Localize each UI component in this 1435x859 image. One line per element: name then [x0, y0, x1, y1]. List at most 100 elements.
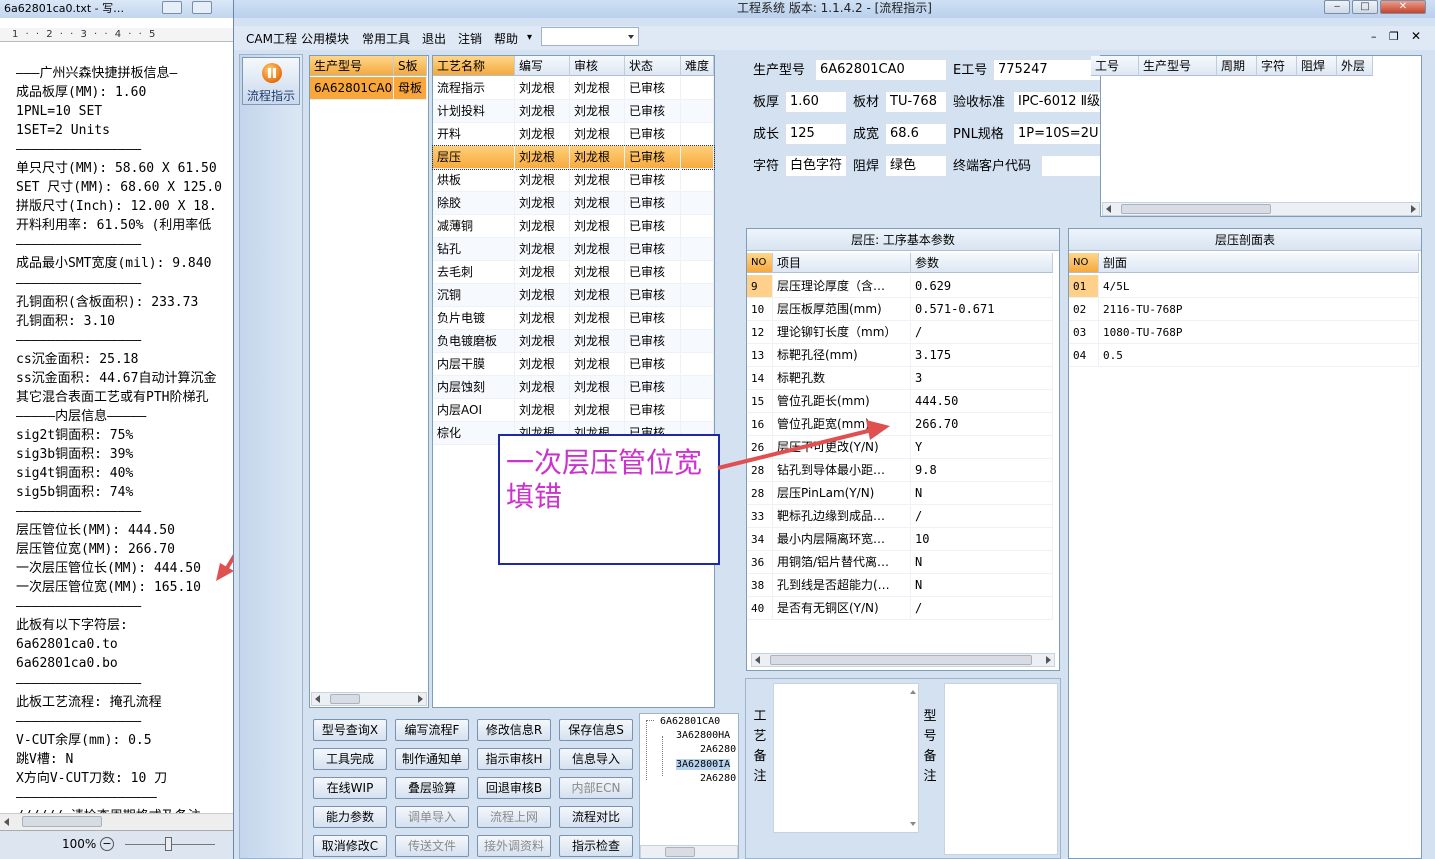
- menu-tools[interactable]: 常用工具: [362, 30, 410, 47]
- stackup-header[interactable]: 剖面: [1099, 253, 1419, 273]
- process-grid-header[interactable]: 难度: [681, 56, 714, 76]
- scroll-thumb[interactable]: [22, 816, 102, 827]
- process-notes-textarea[interactable]: [773, 683, 919, 833]
- model-grid-cell[interactable]: 6A62801CA0: [310, 77, 394, 100]
- process-row[interactable]: 减薄铜 刘龙根 刘龙根 已审核: [433, 215, 714, 238]
- customer-code-field[interactable]: [1041, 155, 1101, 177]
- action-button[interactable]: 流程对比: [559, 806, 633, 828]
- notepad-horizontal-scrollbar[interactable]: [0, 813, 240, 830]
- mdi-restore-icon[interactable]: ❐: [1389, 30, 1399, 43]
- model-grid-scrollbar[interactable]: [311, 692, 427, 706]
- action-button[interactable]: 接外调资料: [477, 835, 551, 857]
- scroll-left-icon[interactable]: [4, 818, 9, 826]
- mask-color-field[interactable]: 绿色: [885, 155, 947, 177]
- nav-flow-indicator[interactable]: 流程指示: [242, 57, 300, 105]
- params-scrollbar[interactable]: [751, 653, 1055, 667]
- scroll-left-icon[interactable]: [755, 656, 760, 664]
- tree-node[interactable]: 2A6280: [700, 744, 736, 755]
- zoom-out-icon[interactable]: −: [100, 837, 114, 851]
- model-notes-textarea[interactable]: [944, 683, 1058, 855]
- maximize-button[interactable]: □: [1352, 0, 1378, 14]
- menu-common-module[interactable]: 公用模块: [301, 30, 349, 47]
- menu-combo[interactable]: [541, 27, 639, 46]
- process-row[interactable]: 内层AOI 刘龙根 刘龙根 已审核: [433, 399, 714, 422]
- char-color-field[interactable]: 白色字符: [785, 155, 847, 177]
- process-row[interactable]: 去毛刺 刘龙根 刘龙根 已审核: [433, 261, 714, 284]
- action-button[interactable]: 流程上网: [477, 806, 551, 828]
- tree-node[interactable]: 3A62800HA: [676, 730, 730, 741]
- params-header[interactable]: 参数: [911, 253, 1053, 273]
- accept-standard-field[interactable]: IPC-6012 Ⅱ级: [1013, 91, 1101, 113]
- tree-scrollbar[interactable]: [640, 845, 738, 858]
- action-button[interactable]: 型号查询X: [313, 719, 387, 741]
- action-button[interactable]: 制作通知单: [395, 748, 469, 770]
- thickness-field[interactable]: 1.60: [785, 91, 847, 113]
- process-row[interactable]: 沉铜 刘龙根 刘龙根 已审核: [433, 284, 714, 307]
- scroll-up-icon[interactable]: [910, 690, 916, 694]
- menu-exit[interactable]: 退出: [422, 30, 446, 47]
- model-grid-cell[interactable]: 母板: [394, 77, 427, 100]
- action-button[interactable]: 保存信息S: [559, 719, 633, 741]
- process-row[interactable]: 烘板 刘龙根 刘龙根 已审核: [433, 169, 714, 192]
- action-button[interactable]: 指示检查: [559, 835, 633, 857]
- notepad-maximize-button[interactable]: [192, 1, 212, 14]
- action-button[interactable]: 回退审核B: [477, 777, 551, 799]
- notepad-minimize-button[interactable]: [162, 1, 182, 14]
- scroll-left-icon[interactable]: [1106, 205, 1111, 213]
- minimize-button[interactable]: ‒: [1324, 0, 1350, 14]
- right-grid-header[interactable]: 周期: [1217, 56, 1257, 76]
- process-grid-header[interactable]: 状态: [625, 56, 681, 76]
- action-button[interactable]: 在线WIP: [313, 777, 387, 799]
- close-button[interactable]: ✕: [1380, 0, 1426, 14]
- process-row[interactable]: 计划投料 刘龙根 刘龙根 已审核: [433, 100, 714, 123]
- notepad-text-area[interactable]: ———广州兴森快捷拼板信息— 成品板厚(MM): 1.60 1PNL=10 SET 1…: [16, 64, 240, 822]
- process-row[interactable]: 负片电镀 刘龙根 刘龙根 已审核: [433, 307, 714, 330]
- menu-logout[interactable]: 注销: [458, 30, 482, 47]
- process-grid-header[interactable]: 审核: [570, 56, 625, 76]
- pnl-spec-field[interactable]: 1P=10S=2U: [1013, 123, 1101, 145]
- action-button[interactable]: 传送文件: [395, 835, 469, 857]
- tree-node[interactable]: 3A62800IA: [676, 759, 731, 770]
- mdi-minimize-icon[interactable]: –: [1371, 30, 1377, 43]
- right-grid-scrollbar[interactable]: [1102, 202, 1420, 216]
- scroll-right-icon[interactable]: [1411, 205, 1416, 213]
- width-field[interactable]: 68.6: [885, 123, 947, 145]
- model-grid-header[interactable]: S板: [394, 56, 427, 76]
- zoom-slider-handle[interactable]: [165, 837, 172, 851]
- menu-help[interactable]: 帮助: [494, 30, 518, 47]
- help-dropdown-icon[interactable]: ▾: [527, 32, 532, 43]
- menu-cam[interactable]: CAM工程: [246, 30, 297, 47]
- tree-node[interactable]: 2A6280: [700, 773, 736, 784]
- tree-node[interactable]: 6A62801CA0: [660, 716, 720, 727]
- scroll-right-icon[interactable]: [418, 695, 423, 703]
- process-row[interactable]: 开料 刘龙根 刘龙根 已审核: [433, 123, 714, 146]
- action-button[interactable]: 指示审核H: [477, 748, 551, 770]
- process-grid-header[interactable]: 工艺名称: [433, 56, 515, 76]
- action-button[interactable]: 内部ECN: [559, 777, 633, 799]
- right-grid-header[interactable]: 生产型号: [1139, 56, 1217, 76]
- process-row[interactable]: 内层干膜 刘龙根 刘龙根 已审核: [433, 353, 714, 376]
- action-button[interactable]: 编写流程F: [395, 719, 469, 741]
- action-button[interactable]: 能力参数: [313, 806, 387, 828]
- process-grid-header[interactable]: 编写: [515, 56, 570, 76]
- right-grid-header[interactable]: 外层: [1337, 56, 1373, 76]
- process-row[interactable]: 钻孔 刘龙根 刘龙根 已审核: [433, 238, 714, 261]
- material-field[interactable]: TU-768: [885, 91, 947, 113]
- process-row[interactable]: 内层蚀刻 刘龙根 刘龙根 已审核: [433, 376, 714, 399]
- mdi-close-icon[interactable]: ✕: [1411, 29, 1421, 43]
- action-button[interactable]: 调单导入: [395, 806, 469, 828]
- action-button[interactable]: 修改信息R: [477, 719, 551, 741]
- right-grid-header[interactable]: 字符: [1257, 56, 1297, 76]
- scroll-left-icon[interactable]: [315, 695, 320, 703]
- model-field[interactable]: 6A62801CA0: [815, 59, 947, 81]
- length-field[interactable]: 125: [785, 123, 847, 145]
- action-button[interactable]: 工具完成: [313, 748, 387, 770]
- process-row[interactable]: 层压 刘龙根 刘龙根 已审核: [432, 145, 715, 170]
- eno-field[interactable]: 775247: [993, 59, 1101, 81]
- model-grid-header[interactable]: 生产型号: [310, 56, 394, 76]
- params-header[interactable]: NO: [747, 253, 773, 273]
- process-row[interactable]: 负电镀磨板 刘龙根 刘龙根 已审核: [433, 330, 714, 353]
- scroll-down-icon[interactable]: [910, 822, 916, 826]
- right-grid-header[interactable]: 阻焊: [1297, 56, 1337, 76]
- process-row[interactable]: 流程指示 刘龙根 刘龙根 已审核: [433, 77, 714, 100]
